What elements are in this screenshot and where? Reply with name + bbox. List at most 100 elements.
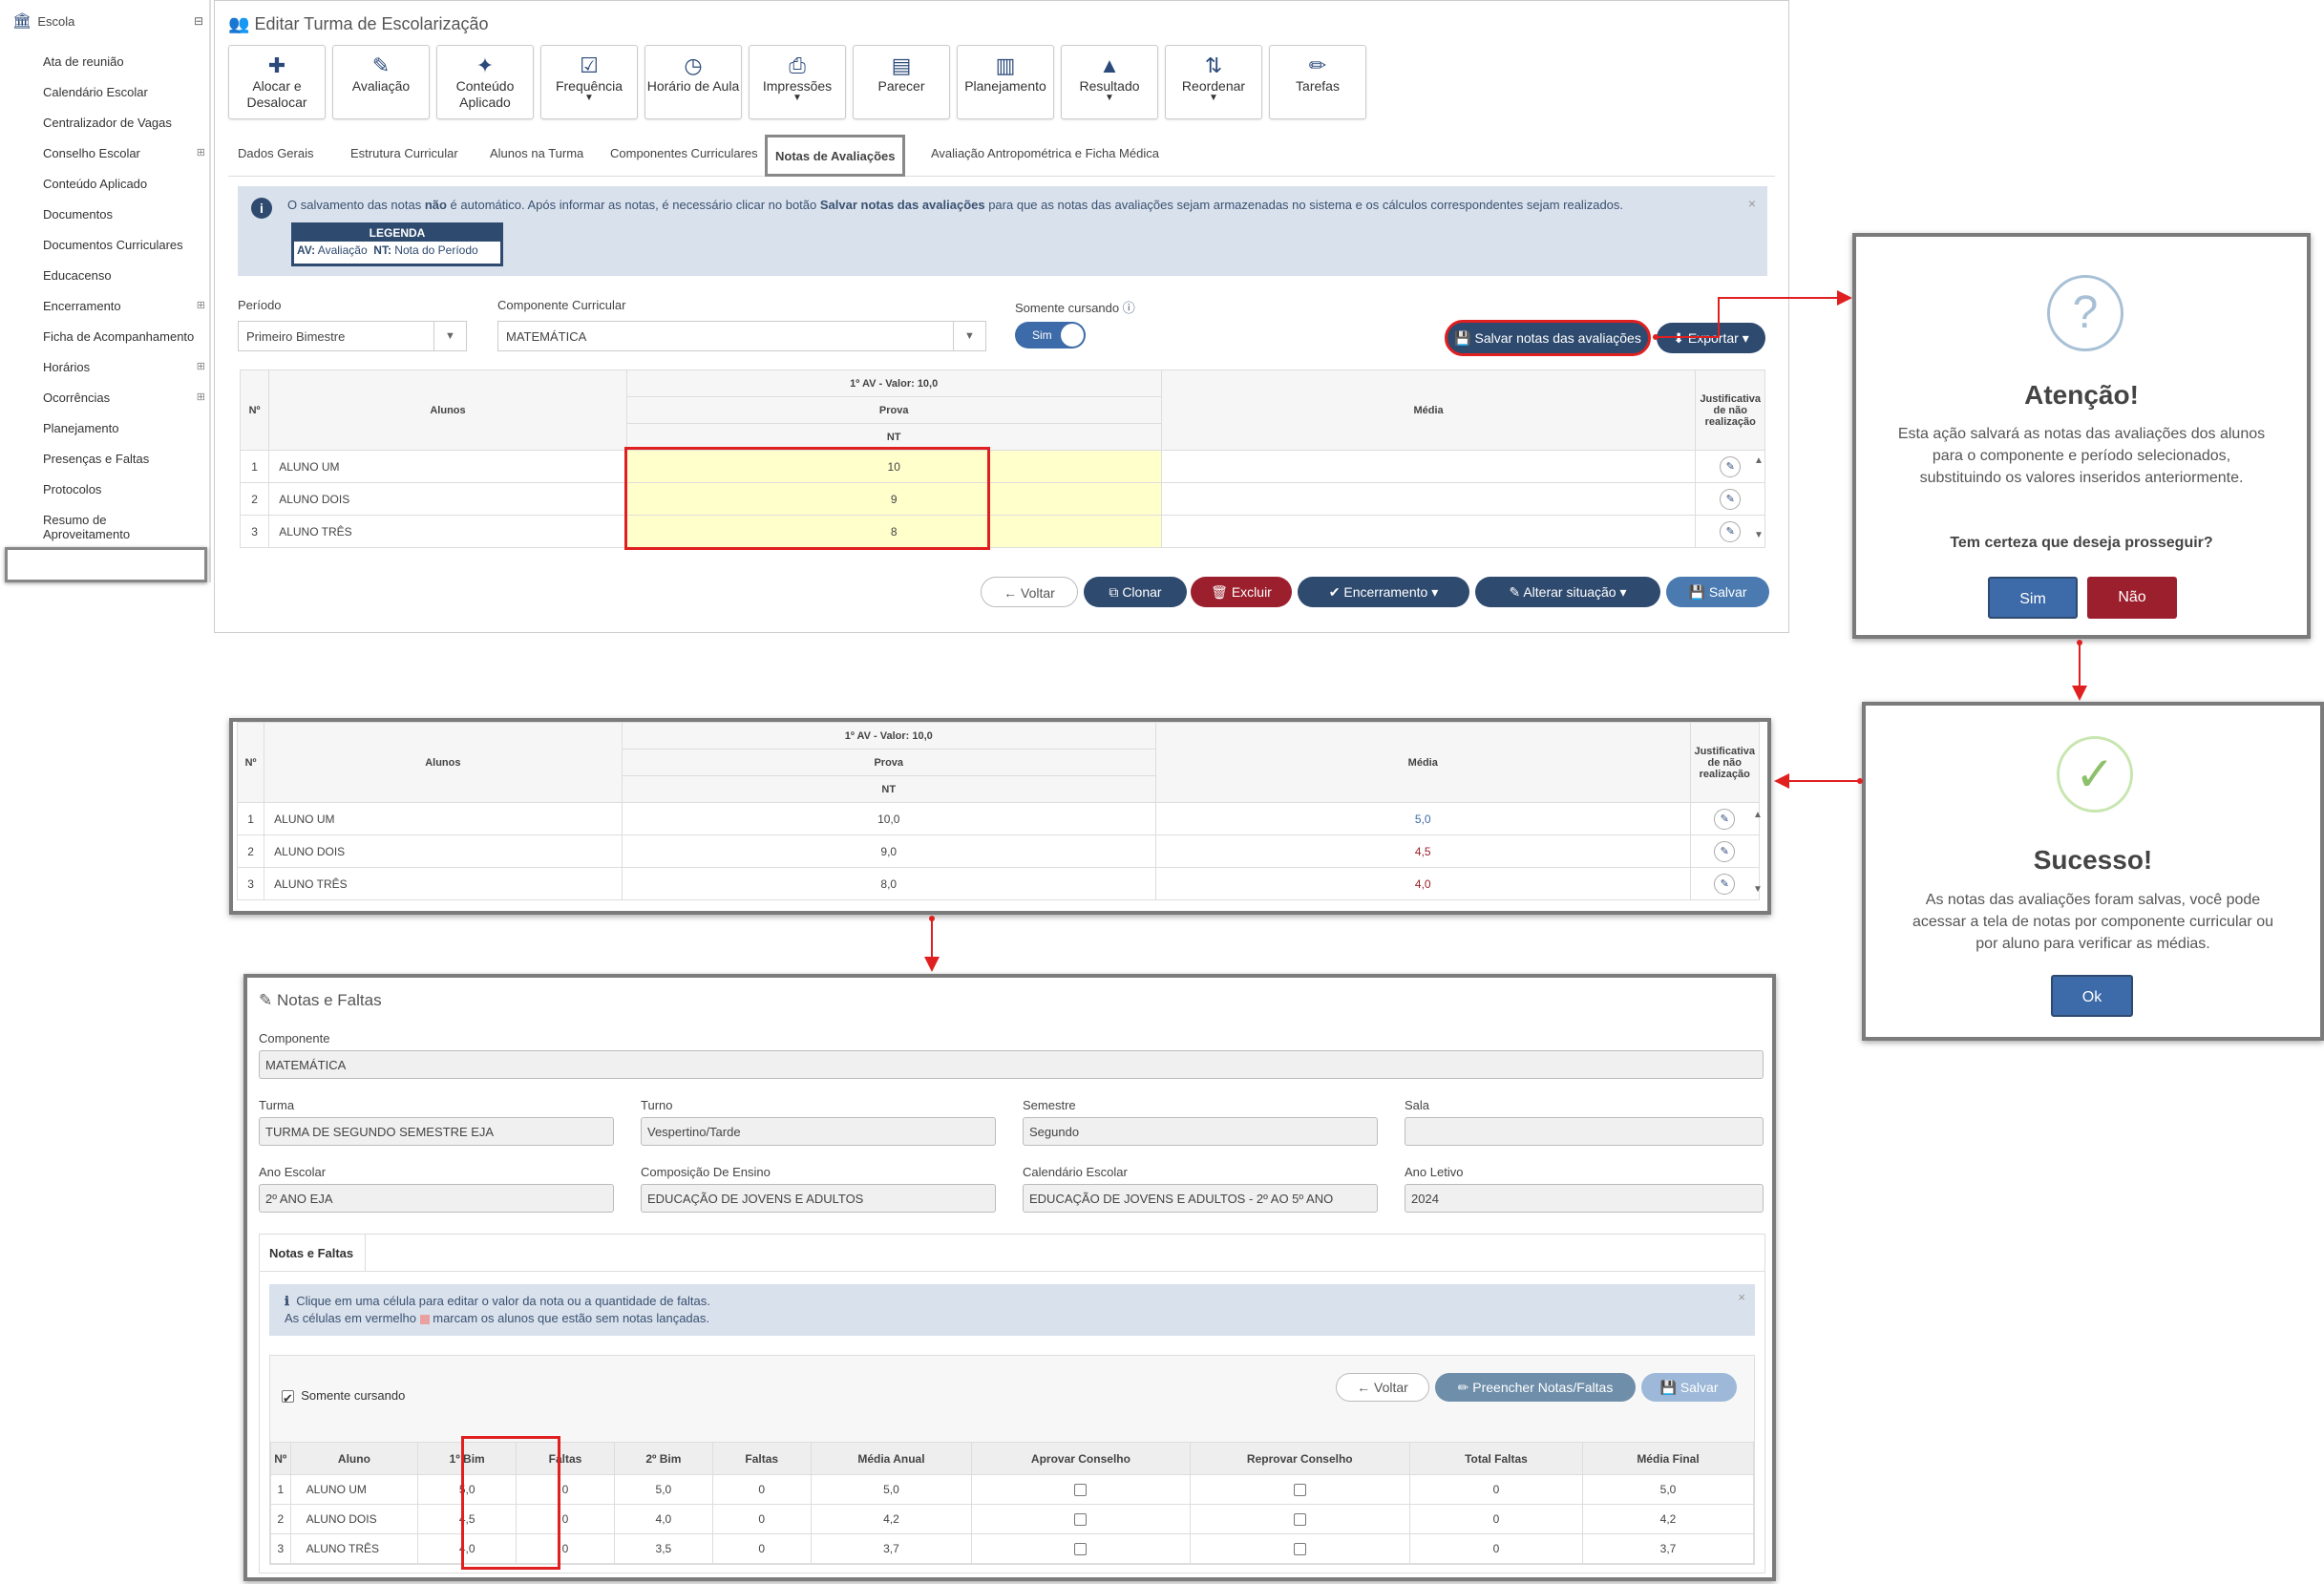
sidebar-item[interactable]: Educacenso (43, 268, 205, 283)
expand-icon[interactable]: ⊞ (197, 391, 205, 405)
toolbar-button[interactable]: ▥ Planejamento (957, 45, 1054, 119)
tab-dados-gerais[interactable]: Dados Gerais (238, 146, 313, 160)
export-button[interactable]: ⬇ Exportar ▾ (1657, 323, 1765, 353)
sidebar-item[interactable]: Conteúdo Aplicado (43, 177, 205, 191)
col-media: Média (1155, 722, 1691, 803)
clone-button[interactable]: ⧉ Clonar (1084, 577, 1187, 607)
notas-save-button[interactable]: 💾 Salvar (1641, 1373, 1737, 1402)
tab-avaliacao-antropometrica[interactable]: Avaliação Antropométrica e Ficha Médica (931, 146, 1159, 160)
sidebar-item[interactable]: Ocorrências ⊞ (43, 391, 205, 405)
toolbar-button[interactable]: ☑ Frequência ▼ (540, 45, 638, 119)
toolbar-button[interactable]: ⇅ Reordenar ▼ (1165, 45, 1262, 119)
toolbar-button-label: Tarefas (1296, 78, 1340, 94)
tab-estrutura-curricular[interactable]: Estrutura Curricular (350, 146, 458, 160)
sidebar-item[interactable]: Protocolos (43, 482, 205, 496)
toolbar-button[interactable]: ✦ Conteúdo Aplicado (436, 45, 534, 119)
back-button[interactable]: ← Voltar (981, 577, 1078, 607)
periodo-select[interactable]: Primeiro Bimestre ▼ (238, 321, 467, 351)
edit-icon[interactable]: ✎ (1720, 488, 1742, 510)
sidebar-item[interactable]: Calendário Escolar (43, 85, 205, 99)
sidebar-item[interactable]: Encerramento ⊞ (43, 299, 205, 313)
row-number: 1 (239, 450, 270, 483)
aprovar-conselho-cell[interactable] (971, 1504, 1191, 1534)
sidebar-item[interactable]: Centralizador de Vagas (43, 116, 205, 130)
expand-icon[interactable]: ⊞ (197, 299, 205, 313)
save-button[interactable]: 💾 Salvar (1666, 577, 1769, 607)
checkbox[interactable] (1074, 1484, 1088, 1497)
toolbar-button[interactable]: ◷ Horário de Aula (644, 45, 742, 119)
toolbar-button[interactable]: ▤ Parecer (853, 45, 950, 119)
toolbar-button[interactable]: ✏ Tarefas (1269, 45, 1366, 119)
close-icon[interactable]: × (1748, 196, 1756, 211)
tab-notas-de-avaliacoes[interactable]: Notas de Avaliações (765, 135, 906, 177)
faltas2-cell[interactable]: 0 (711, 1533, 812, 1564)
legend-box: LEGENDA AV: Avaliação NT: Nota do Períod… (291, 222, 503, 266)
bank-icon: 🏛 (12, 13, 32, 30)
componente-select[interactable]: MATEMÁTICA ▼ (497, 321, 986, 351)
save-notes-button[interactable]: 💾 Salvar notas das avaliações (1445, 320, 1651, 356)
somente-cursando-checkbox[interactable]: ✔ Somente cursando (282, 1388, 405, 1405)
sidebar-item[interactable]: Planejamento (43, 421, 205, 435)
col-av: 1º AV - Valor: 10,0 (621, 722, 1157, 750)
expand-icon[interactable]: ⊞ (197, 146, 205, 160)
sidebar-header[interactable]: 🏛 Escola ⊟ (12, 11, 203, 31)
collapse-icon[interactable]: ⊟ (194, 14, 203, 28)
alterar-situacao-button[interactable]: ✎ Alterar situação ▾ (1475, 577, 1660, 607)
notas-back-button[interactable]: ← Voltar (1336, 1373, 1429, 1402)
toolbar-button[interactable]: ✎ Avaliação (332, 45, 430, 119)
sidebar-item[interactable]: Documentos (43, 207, 205, 222)
faltas2-cell[interactable]: 0 (711, 1504, 812, 1534)
scroll-up-icon[interactable]: ▲ (1754, 455, 1764, 466)
reprovar-conselho-cell[interactable] (1189, 1474, 1410, 1505)
sidebar-item[interactable]: Ficha de Acompanhamento (43, 329, 205, 344)
checkbox[interactable] (1074, 1543, 1088, 1556)
aprovar-conselho-cell[interactable] (971, 1474, 1191, 1505)
alert-bold2: Salvar notas das avaliações (819, 198, 985, 212)
sidebar-item[interactable]: Horários ⊞ (43, 360, 205, 374)
toolbar-button[interactable]: ✚ Alocar e Desalocar (228, 45, 326, 119)
ano-letivo-label: Ano Letivo (1405, 1165, 1464, 1179)
student-name: ALUNO DOIS (268, 482, 627, 516)
grades-entry-grid: Nº Alunos 1º AV - Valor: 10,0 Média Just… (239, 370, 1765, 548)
somente-cursando-toggle[interactable]: Sim (1015, 322, 1086, 348)
bim2-cell[interactable]: 4,0 (613, 1504, 713, 1534)
toolbar-button[interactable]: ⎙ Impressões ▼ (749, 45, 846, 119)
tab-notas-faltas[interactable]: Notas e Faltas (259, 1234, 366, 1272)
sidebar-item[interactable]: Ata de reunião (43, 54, 205, 69)
sidebar-item[interactable]: Resumo de Aproveitamento (43, 513, 148, 541)
close-icon[interactable]: × (1738, 1290, 1745, 1304)
tab-componentes-curriculares[interactable]: Componentes Curriculares (610, 146, 758, 160)
edit-icon[interactable]: ✎ (1714, 808, 1736, 830)
tab-alunos-na-turma[interactable]: Alunos na Turma (490, 146, 583, 160)
checkbox[interactable] (1293, 1484, 1306, 1497)
checkbox[interactable] (1074, 1513, 1088, 1527)
bim2-cell[interactable]: 5,0 (613, 1474, 713, 1505)
sala-label: Sala (1405, 1098, 1430, 1112)
delete-button[interactable]: 🗑 Excluir (1191, 577, 1292, 607)
edit-icon[interactable]: ✎ (1714, 840, 1736, 862)
preencher-button[interactable]: ✏ Preencher Notas/Faltas (1435, 1373, 1636, 1402)
sidebar-item[interactable]: Presenças e Faltas (43, 452, 205, 466)
sidebar-item[interactable]: Documentos Curriculares (43, 238, 205, 252)
sidebar-item[interactable]: Conselho Escolar ⊞ (43, 146, 205, 160)
success-ok-button[interactable]: Ok (2051, 975, 2133, 1017)
scroll-down-icon[interactable]: ▼ (1753, 884, 1763, 895)
bim2-cell[interactable]: 3,5 (613, 1533, 713, 1564)
scroll-down-icon[interactable]: ▼ (1754, 530, 1764, 540)
edit-icon[interactable]: ✎ (1714, 873, 1736, 895)
scroll-up-icon[interactable]: ▲ (1753, 810, 1763, 820)
sidebar-item-label: Educacenso (43, 268, 112, 283)
encerramento-button[interactable]: ✔ Encerramento ▾ (1298, 577, 1469, 607)
edit-icon[interactable]: ✎ (1720, 520, 1742, 542)
aprovar-conselho-cell[interactable] (971, 1533, 1191, 1564)
checkbox[interactable] (1293, 1543, 1306, 1556)
confirm-yes-button[interactable]: Sim (1988, 577, 2078, 619)
faltas2-cell[interactable]: 0 (711, 1474, 812, 1505)
edit-icon[interactable]: ✎ (1720, 455, 1742, 477)
toolbar-button[interactable]: ▲ Resultado ▼ (1061, 45, 1158, 119)
checkbox[interactable] (1293, 1513, 1306, 1527)
reprovar-conselho-cell[interactable] (1189, 1504, 1410, 1534)
reprovar-conselho-cell[interactable] (1189, 1533, 1410, 1564)
expand-icon[interactable]: ⊞ (197, 360, 205, 374)
confirm-no-button[interactable]: Não (2087, 577, 2177, 619)
